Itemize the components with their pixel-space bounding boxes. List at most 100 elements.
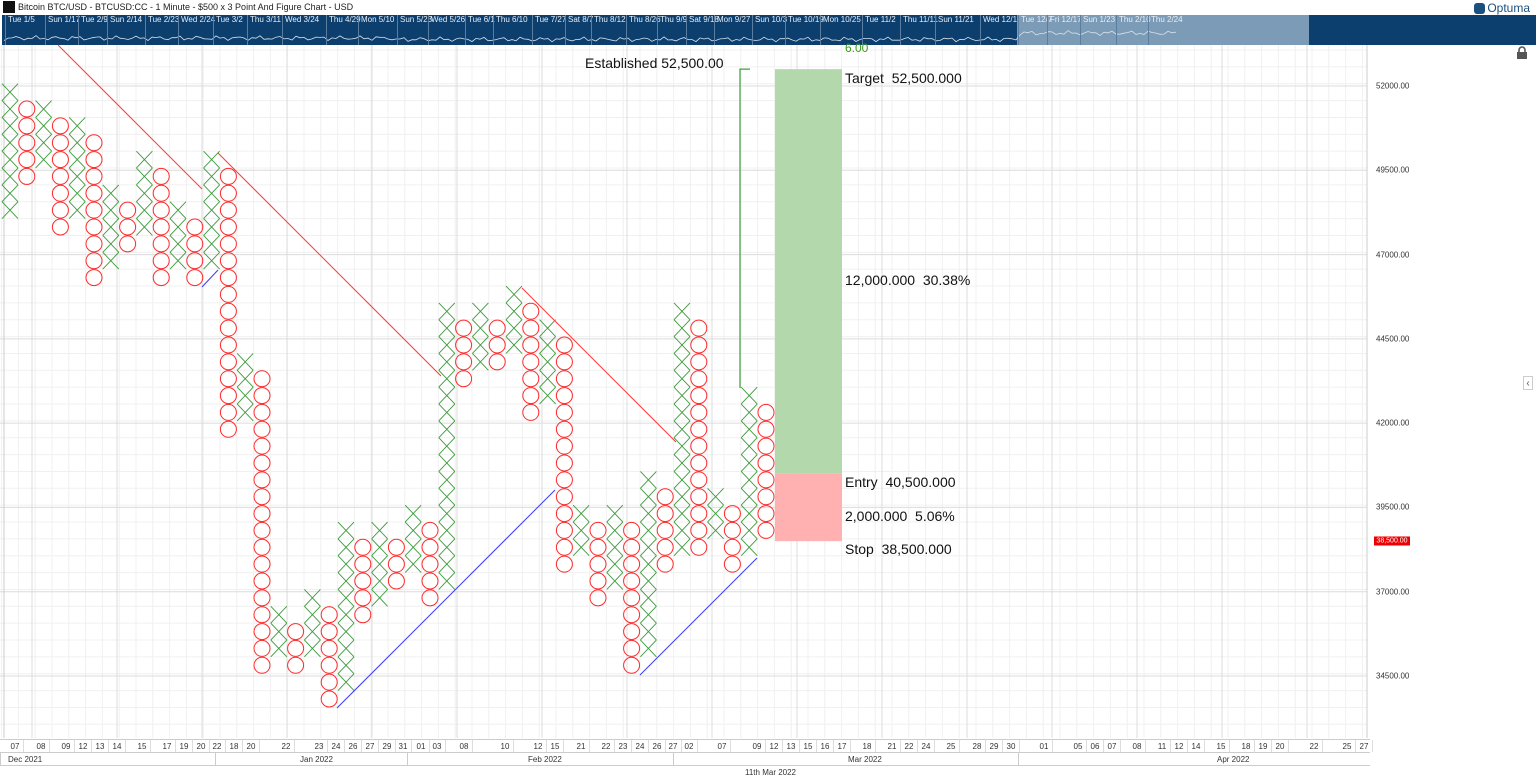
date-tick-label: 18 [862, 742, 872, 751]
o-column [421, 521, 439, 607]
x-box [673, 353, 691, 371]
o-box [522, 353, 540, 371]
o-box [690, 319, 708, 337]
o-box [119, 235, 137, 253]
x-box [472, 353, 489, 371]
date-tick-separator [1254, 740, 1255, 752]
o-box [488, 336, 506, 354]
o-box [723, 521, 741, 539]
date-tick-separator [665, 740, 666, 752]
x-column [136, 150, 153, 236]
x-box [740, 521, 758, 540]
o-box [455, 353, 473, 371]
o-box [85, 151, 103, 169]
x-box [707, 521, 724, 540]
date-tick-label: 22 [212, 742, 222, 751]
x-column [673, 302, 691, 556]
x-box [438, 386, 456, 405]
o-column [152, 167, 170, 287]
x-box [304, 639, 321, 658]
o-box [555, 454, 573, 472]
x-box [673, 538, 691, 556]
o-box [623, 538, 641, 556]
target-label: Target 52,500.000 [845, 70, 962, 87]
x-box [673, 488, 691, 506]
bearish-resistance-line [217, 152, 442, 377]
x-box [707, 488, 724, 506]
cursor-date-label: 11th Mar 2022 [745, 768, 796, 777]
x-box [236, 386, 254, 405]
date-tick-separator [192, 740, 193, 752]
stop-label: Stop 38,500.000 [845, 541, 952, 558]
date-tick-label: 01 [1039, 742, 1049, 751]
x-box [640, 572, 657, 590]
o-box [690, 505, 708, 523]
date-tick-separator [782, 740, 783, 752]
x-box [136, 218, 153, 236]
date-tick-label: 05 [1073, 742, 1083, 751]
date-tick-separator [1187, 740, 1188, 752]
o-box [555, 555, 573, 573]
price-tick-label: 44500.00 [1376, 334, 1410, 344]
o-box [253, 538, 271, 556]
o-box [253, 505, 271, 523]
o-box [152, 167, 170, 185]
o-box [555, 336, 573, 354]
o-box [51, 167, 69, 185]
date-tick-label: 28 [972, 742, 982, 751]
lock-icon[interactable] [1515, 46, 1529, 60]
date-tick-separator [631, 740, 632, 752]
x-column [203, 150, 220, 270]
x-box [640, 639, 657, 658]
x-box [438, 538, 456, 556]
date-tick-separator [1120, 740, 1121, 752]
o-box [51, 134, 69, 152]
x-box [304, 605, 321, 624]
x-box [740, 403, 758, 422]
date-tick-separator [429, 740, 430, 752]
date-axis-days: 07 08 09 12 13 14 15 17 19 20 22 18 20 22 23 24 26 27 29 31… [0, 739, 1373, 753]
date-tick-separator [833, 740, 834, 752]
o-box [690, 403, 708, 421]
x-box [404, 521, 422, 540]
date-tick-label: 09 [61, 742, 71, 751]
month-label: Dec 2021 [8, 755, 43, 764]
date-tick-separator [589, 740, 590, 752]
o-box [119, 201, 137, 219]
date-tick-separator [1288, 740, 1289, 752]
date-tick-label: 13 [95, 742, 105, 751]
x-column [572, 504, 590, 556]
date-tick-separator [395, 740, 396, 752]
date-tick-label: 23 [314, 742, 324, 751]
month-separator [0, 753, 1, 766]
date-tick-separator [985, 740, 986, 752]
last-price-tag: 38,500.00 [1374, 536, 1410, 546]
collapse-panel-chevron-left-icon[interactable]: ‹ [1523, 376, 1533, 390]
x-box [606, 521, 624, 540]
o-box [488, 353, 506, 371]
date-tick-separator [91, 740, 92, 752]
o-box [253, 370, 271, 388]
date-tick-separator [513, 740, 514, 752]
o-box [757, 471, 775, 489]
date-tick-label: 12 [769, 742, 779, 751]
o-box [152, 269, 170, 287]
o-box [253, 572, 271, 590]
o-box [152, 252, 170, 270]
o-box [51, 117, 69, 135]
x-box [740, 538, 758, 556]
o-box [656, 555, 674, 573]
o-box [421, 555, 439, 573]
pf-chart[interactable] [0, 0, 1536, 740]
o-box [555, 521, 573, 539]
o-box [690, 471, 708, 489]
month-label: Jan 2022 [300, 755, 333, 764]
date-tick-label: 15 [1216, 742, 1226, 751]
o-column [623, 521, 641, 674]
date-tick-label: 10 [500, 742, 510, 751]
count-label: 6.00 [845, 41, 869, 55]
date-tick-separator [294, 740, 295, 752]
date-tick-label: 27 [668, 742, 678, 751]
o-box [219, 235, 237, 253]
x-box [337, 622, 355, 641]
